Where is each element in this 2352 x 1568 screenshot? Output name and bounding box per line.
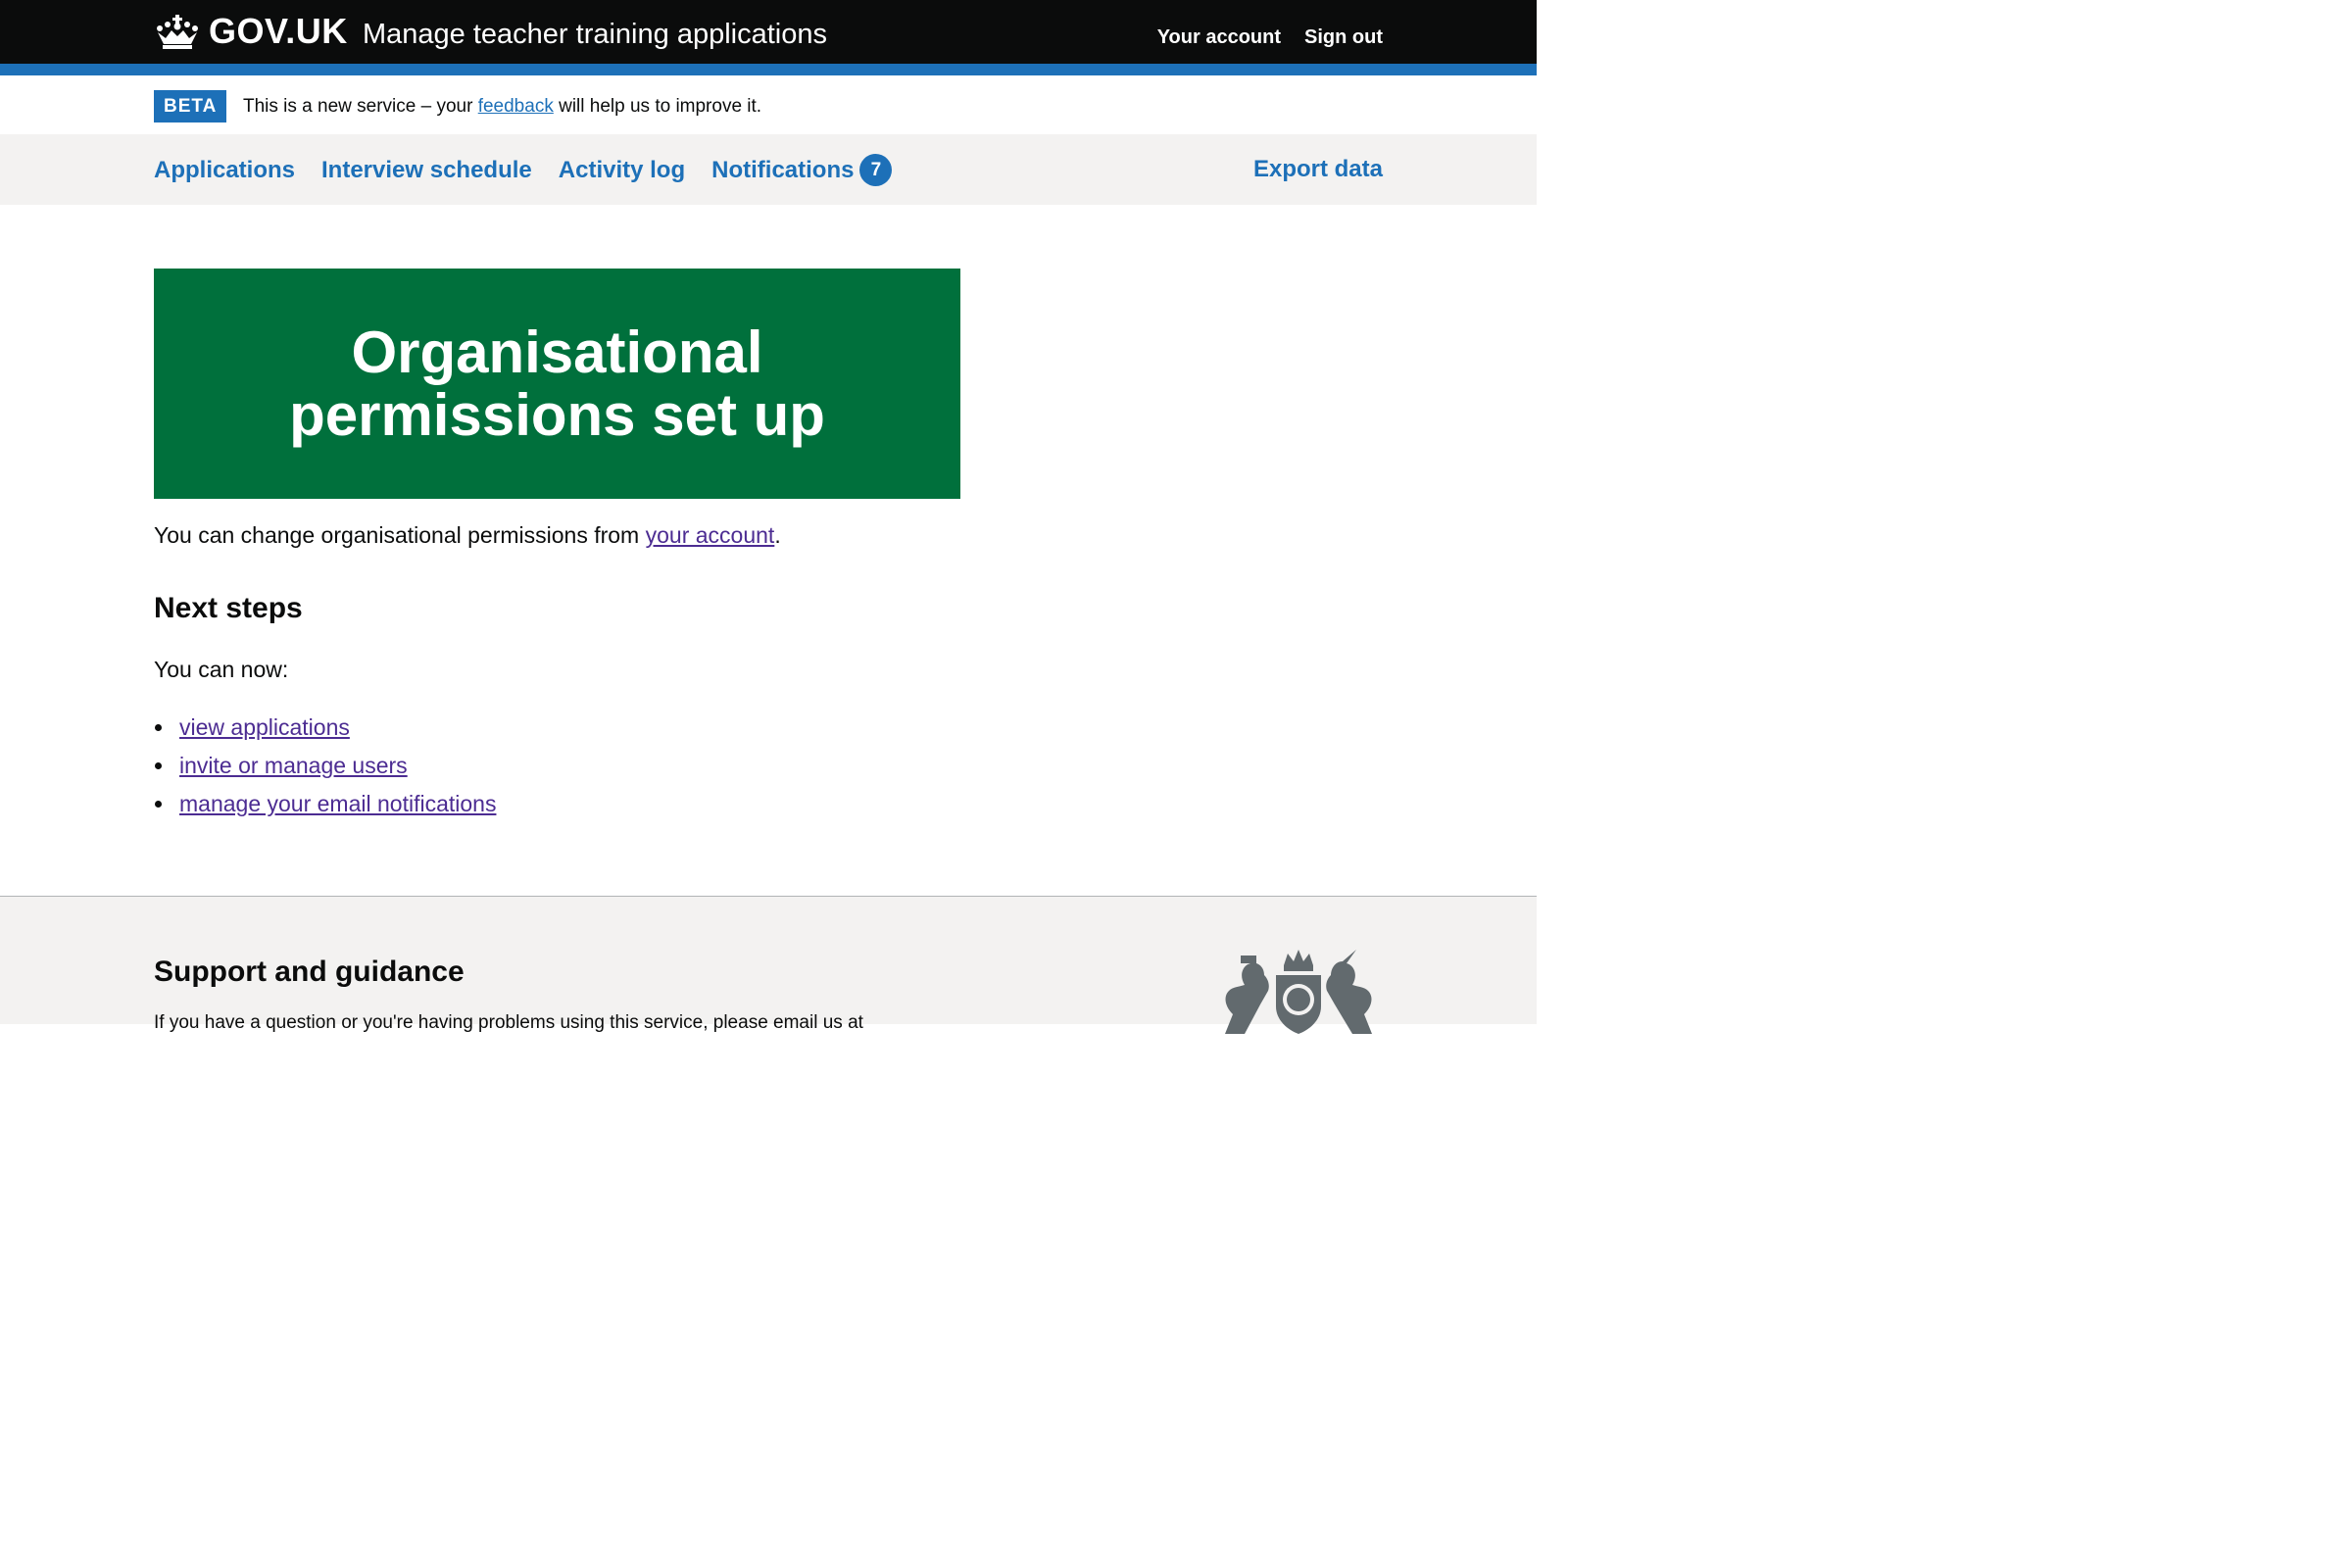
crown-icon — [157, 15, 198, 49]
notifications-label: Notifications — [711, 156, 855, 183]
change-permissions-text: You can change organisational permission… — [154, 519, 781, 551]
royal-coat-of-arms-icon — [1225, 950, 1372, 1034]
view-applications-link[interactable]: view applications — [179, 714, 350, 740]
nav-item-export-data[interactable]: Export data — [1253, 154, 1383, 185]
phase-text-before: This is a new service – your — [243, 96, 478, 117]
header-blue-bar — [0, 64, 1537, 75]
nav-item-notifications[interactable]: Notifications 7 — [711, 154, 893, 186]
beta-tag: BETA — [154, 90, 227, 122]
invite-or-manage-users-link[interactable]: invite or manage users — [179, 753, 408, 778]
body-text-before: You can change organisational permission… — [154, 522, 646, 548]
list-item: manage your email notifications — [154, 788, 496, 819]
logo-text: GOV.UK — [209, 11, 348, 51]
panel-title-line-2: permissions set up — [289, 381, 825, 448]
service-name-link[interactable]: Manage teacher training applications — [363, 16, 827, 53]
list-item: invite or manage users — [154, 750, 496, 781]
primary-navigation: Applications Interview schedule Activity… — [0, 134, 1537, 205]
list-item: view applications — [154, 711, 496, 743]
your-account-body-link[interactable]: your account — [646, 522, 775, 548]
your-account-link[interactable]: Your account — [1157, 24, 1281, 51]
footer-support-text: If you have a question or you're having … — [154, 1012, 863, 1033]
nav-item-applications[interactable]: Applications — [154, 155, 295, 186]
phase-text-after: will help us to improve it. — [553, 96, 762, 117]
nav-item-activity-log[interactable]: Activity log — [559, 155, 685, 186]
header-account-links: Your account Sign out — [1157, 24, 1383, 51]
panel-title-line-1: Organisational — [351, 318, 763, 385]
nav-item-interview-schedule[interactable]: Interview schedule — [321, 155, 532, 186]
notifications-count-badge: 7 — [859, 154, 893, 186]
confirmation-panel: Organisational permissions set up — [154, 269, 960, 499]
body-text-after: . — [774, 522, 781, 548]
govuk-logo-link[interactable]: GOV.UK — [154, 12, 348, 51]
support-and-guidance-heading: Support and guidance — [154, 956, 465, 988]
next-steps-list: view applications invite or manage users… — [154, 711, 496, 826]
next-steps-heading: Next steps — [154, 592, 303, 624]
panel-title: Organisational permissions set up — [289, 318, 825, 448]
phase-banner-text: This is a new service – your feedback wi… — [243, 93, 761, 120]
manage-email-notifications-link[interactable]: manage your email notifications — [179, 791, 496, 816]
phase-banner: BETA This is a new service – your feedba… — [0, 75, 1537, 134]
primary-nav-list: Applications Interview schedule Activity… — [154, 154, 893, 186]
site-footer: Support and guidance If you have a quest… — [0, 896, 1537, 1034]
site-header: GOV.UK Manage teacher training applicati… — [0, 0, 1537, 64]
sign-out-link[interactable]: Sign out — [1304, 24, 1383, 51]
feedback-link[interactable]: feedback — [478, 96, 554, 117]
you-can-now-text: You can now: — [154, 657, 289, 682]
